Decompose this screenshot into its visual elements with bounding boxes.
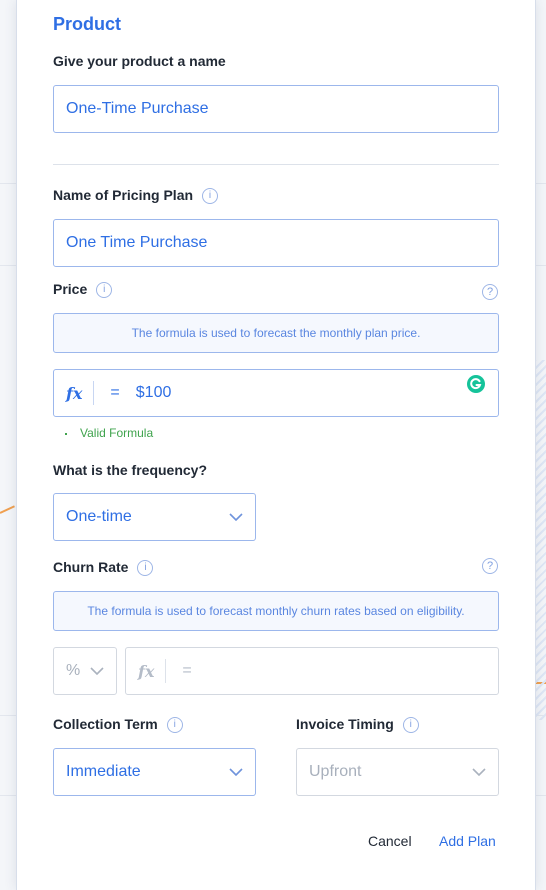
price-formula-note: The formula is used to forecast the mont… [53, 313, 499, 353]
product-name-label: Give your product a name [53, 53, 226, 69]
help-icon[interactable]: ? [482, 284, 498, 300]
pricing-plan-input[interactable]: One Time Purchase [53, 219, 499, 267]
chevron-down-icon [229, 768, 243, 776]
valid-dot [65, 432, 67, 435]
product-name-input[interactable]: One-Time Purchase [53, 85, 499, 133]
fx-icon: fx [66, 383, 83, 403]
frequency-value: One-time [66, 508, 132, 525]
invoice-timing-value: Upfront [309, 763, 362, 780]
chevron-down-icon [90, 667, 104, 675]
cancel-button[interactable]: Cancel [368, 833, 412, 849]
grammarly-icon[interactable] [467, 375, 485, 393]
info-icon[interactable]: i [202, 188, 219, 205]
formula-separator [93, 381, 95, 405]
pricing-plan-label: Name of Pricing Plan [53, 187, 194, 203]
price-formula-input[interactable]: fx = $100 [53, 369, 499, 417]
info-icon[interactable]: i [166, 717, 183, 734]
invoice-timing-select[interactable]: Upfront [296, 748, 499, 796]
pricing-plan-value: One Time Purchase [66, 234, 208, 251]
validation-message: Valid Formula [80, 426, 154, 440]
collection-term-value: Immediate [66, 763, 141, 780]
churn-unit-value: % [66, 662, 81, 679]
background-chart-line [0, 505, 15, 514]
churn-label: Churn Rate [53, 559, 129, 575]
fx-icon: fx [138, 661, 155, 681]
chevron-down-icon [472, 768, 486, 776]
add-plan-button[interactable]: Add Plan [439, 833, 496, 849]
formula-separator [165, 659, 167, 683]
price-label-row: Price i [53, 281, 113, 299]
invoice-label-row: Invoice Timing i [296, 716, 419, 734]
collection-term-select[interactable]: Immediate [53, 748, 256, 796]
price-label: Price [53, 281, 88, 297]
frequency-label: What is the frequency? [53, 462, 208, 478]
equals-sign: = [182, 662, 192, 679]
price-validation-row: Valid Formula [65, 426, 153, 440]
info-icon[interactable]: i [137, 560, 154, 577]
collection-label-row: Collection Term i [53, 716, 183, 734]
product-name-value: One-Time Purchase [66, 100, 209, 117]
churn-formula-note: The formula is used to forecast monthly … [53, 591, 499, 631]
help-icon[interactable]: ? [482, 558, 498, 574]
pricing-plan-label-row: Name of Pricing Plan i [53, 187, 219, 205]
price-formula-value: $100 [135, 384, 172, 401]
churn-unit-select[interactable]: % [53, 647, 117, 695]
chevron-down-icon [229, 513, 243, 521]
invoice-label: Invoice Timing [296, 716, 394, 732]
info-icon[interactable]: i [96, 282, 113, 299]
collection-label: Collection Term [53, 716, 158, 732]
churn-label-row: Churn Rate i [53, 559, 154, 577]
divider [53, 164, 499, 165]
frequency-select[interactable]: One-time [53, 493, 256, 541]
info-icon[interactable]: i [402, 717, 419, 734]
churn-formula-input[interactable]: fx = [125, 647, 499, 695]
equals-sign: = [110, 384, 120, 401]
section-title: Product [53, 14, 122, 34]
add-plan-panel: Product Give your product a name One-Tim… [16, 0, 536, 890]
